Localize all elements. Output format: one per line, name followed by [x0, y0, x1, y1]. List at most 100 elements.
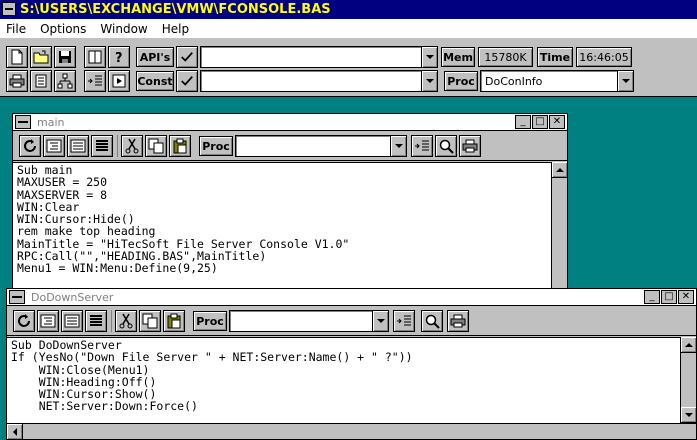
window-title: main — [37, 115, 65, 129]
help-button[interactable]: ? — [108, 46, 130, 68]
scroll-up-button[interactable] — [681, 337, 696, 353]
proc-combo[interactable] — [229, 310, 389, 332]
scroll-left-button[interactable] — [7, 424, 23, 439]
vertical-scrollbar[interactable] — [551, 162, 567, 292]
apis-combo[interactable] — [200, 46, 438, 68]
editor-window-dodownserver: DoDownServer _ □ ✕ Proc Sub DoDownServer… — [6, 288, 697, 440]
time-value: 16:46:05 — [576, 47, 632, 67]
help-question-icon: ? — [115, 51, 123, 65]
close-button[interactable]: ✕ — [549, 115, 565, 129]
window-system-menu-icon[interactable] — [15, 115, 31, 129]
list-button[interactable] — [61, 310, 83, 332]
proc-label[interactable]: Proc — [193, 311, 227, 331]
tree-button[interactable] — [54, 70, 76, 92]
book-icon — [88, 50, 102, 64]
indent-icon — [46, 139, 62, 153]
minimize-button[interactable]: _ — [515, 115, 531, 129]
proc-dropdown-arrow[interactable] — [390, 136, 406, 156]
proc-dropdown-arrow[interactable] — [617, 71, 633, 91]
print-button[interactable] — [447, 310, 469, 332]
search-button[interactable] — [421, 310, 443, 332]
new-file-icon — [11, 49, 23, 65]
const-combo[interactable] — [200, 70, 438, 92]
step-list-icon — [397, 315, 411, 326]
mem-label: Mem — [441, 47, 475, 67]
search-icon — [425, 314, 440, 329]
window-title: DoDownServer — [31, 290, 114, 304]
proc-label[interactable]: Proc — [199, 136, 233, 156]
menu-window[interactable]: Window — [100, 22, 147, 36]
apis-dropdown-arrow[interactable] — [421, 47, 437, 67]
run-button[interactable] — [108, 70, 130, 92]
lines-button[interactable] — [85, 310, 107, 332]
code-editor[interactable]: Sub main MAXUSER = 250 MAXSERVER = 8 WIN… — [13, 162, 551, 292]
paste-button[interactable] — [163, 310, 185, 332]
const-label[interactable]: Const — [136, 71, 174, 91]
module-icon — [35, 74, 47, 88]
close-button[interactable]: ✕ — [678, 290, 694, 304]
step-list-icon — [415, 140, 429, 151]
print-button[interactable] — [459, 135, 481, 157]
minimize-button[interactable]: _ — [644, 290, 660, 304]
const-dropdown-arrow[interactable] — [421, 71, 437, 91]
indent-button[interactable] — [43, 135, 65, 157]
copy-icon — [148, 138, 164, 154]
lines-button[interactable] — [91, 135, 113, 157]
print-button[interactable] — [6, 70, 28, 92]
main-toolbar: ? API's Mem 15780K Time 16:46:05 Const P… — [0, 38, 697, 97]
horizontal-scrollbar[interactable] — [7, 423, 696, 439]
proc-label[interactable]: Proc — [444, 71, 478, 91]
search-icon — [439, 139, 454, 154]
step-list-button[interactable] — [411, 135, 433, 157]
scroll-down-button[interactable] — [681, 407, 696, 423]
refresh-button[interactable] — [19, 135, 41, 157]
cut-button[interactable] — [121, 135, 143, 157]
cut-button[interactable] — [115, 310, 137, 332]
scroll-up-button[interactable] — [552, 162, 567, 178]
menu-options[interactable]: Options — [40, 22, 86, 36]
search-button[interactable] — [435, 135, 457, 157]
proc-dropdown-arrow[interactable] — [372, 311, 388, 331]
vertical-scrollbar[interactable] — [680, 337, 696, 423]
proc-combo[interactable]: DoConInfo — [480, 70, 634, 92]
maximize-button[interactable]: □ — [532, 115, 548, 129]
step-list-button[interactable] — [84, 70, 106, 92]
refresh-icon — [24, 139, 36, 152]
editor-window-main: main _ □ ✕ Proc Sub main MAXUSER = 250 M… — [12, 113, 568, 293]
list-icon — [64, 314, 80, 328]
cut-icon — [119, 313, 133, 329]
const-check-button[interactable] — [176, 70, 198, 92]
refresh-icon — [18, 314, 30, 327]
book-button[interactable] — [84, 46, 106, 68]
open-file-button[interactable] — [30, 46, 52, 68]
copy-button[interactable] — [139, 310, 161, 332]
new-file-button[interactable] — [6, 46, 28, 68]
code-editor[interactable]: Sub DoDownServer If (YesNo("Down File Se… — [7, 337, 680, 423]
save-button[interactable] — [54, 46, 76, 68]
maximize-button[interactable]: □ — [661, 290, 677, 304]
apis-check-button[interactable] — [176, 46, 198, 68]
window-system-menu-icon[interactable] — [9, 290, 25, 304]
tree-icon — [57, 73, 73, 89]
apis-label[interactable]: API's — [136, 47, 174, 67]
refresh-button[interactable] — [13, 310, 35, 332]
mem-value: 15780K — [478, 47, 533, 67]
window-title-bar: main _ □ ✕ — [13, 114, 567, 131]
open-folder-icon — [33, 50, 49, 64]
indent-button[interactable] — [37, 310, 59, 332]
step-list-button[interactable] — [393, 310, 415, 332]
list-button[interactable] — [67, 135, 89, 157]
print-icon — [9, 74, 25, 88]
paste-button[interactable] — [169, 135, 191, 157]
module-button[interactable] — [30, 70, 52, 92]
menu-file[interactable]: File — [6, 22, 26, 36]
system-menu-icon[interactable] — [2, 2, 16, 16]
check-icon — [181, 76, 193, 86]
copy-button[interactable] — [145, 135, 167, 157]
menu-help[interactable]: Help — [162, 22, 189, 36]
run-icon — [112, 74, 126, 88]
proc-combo[interactable] — [235, 135, 407, 157]
step-list-icon — [88, 75, 102, 86]
toolbar-divider — [111, 310, 112, 332]
print-icon — [462, 139, 478, 153]
